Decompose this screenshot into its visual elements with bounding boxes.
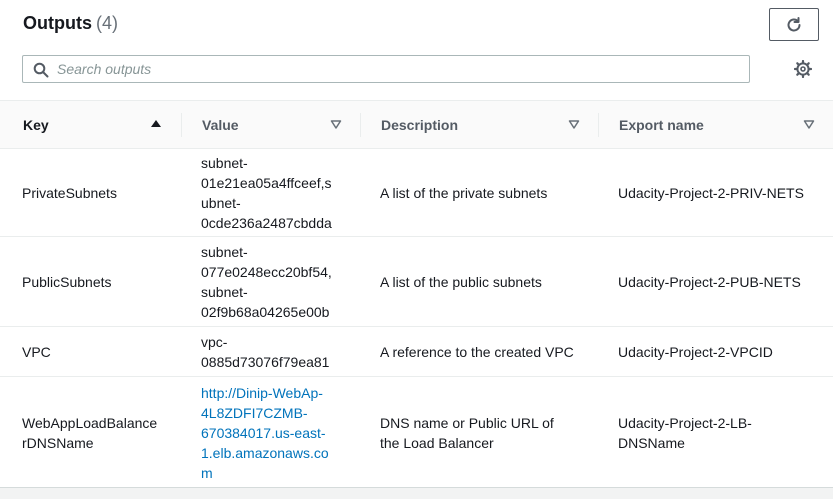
value-line: 02f9b68a04265e00b	[201, 303, 330, 320]
column-label: Description	[381, 117, 459, 133]
sort-icon	[568, 120, 580, 129]
value-line: 01e21ea05a4ffceef,s	[201, 174, 332, 191]
table-row: PrivateSubnets subnet- 01e21ea05a4ffceef…	[0, 149, 833, 237]
sort-icon	[803, 120, 815, 129]
description-line: the Load Balancer	[380, 434, 494, 451]
cell-export-name: Udacity-Project-2-VPCID	[618, 343, 773, 360]
cell-export-name: Udacity-Project-2-PRIV-NETS	[618, 184, 804, 201]
cell-value: vpc- 0885d73076f79ea81	[201, 327, 341, 376]
sort-icon	[330, 120, 342, 129]
link-line[interactable]: m	[201, 463, 329, 483]
refresh-icon	[787, 16, 801, 31]
cell-key: PublicSubnets	[22, 273, 112, 290]
cell-key: WebAppLoadBalance rDNSName	[22, 377, 172, 488]
value-line: 0885d73076f79ea81	[201, 353, 330, 370]
column-header-key[interactable]: Key	[0, 101, 181, 149]
column-header-description[interactable]: Description	[360, 101, 598, 149]
cell-key: PrivateSubnets	[22, 184, 117, 201]
cell-export-name: Udacity-Project-2-LB- DNSName	[618, 377, 823, 488]
cell-description: A reference to the created VPC	[380, 343, 574, 360]
cell-value: http://Dinip-WebAp- 4L8ZDFI7CZMB- 670384…	[201, 377, 341, 488]
title-text: Outputs	[23, 13, 92, 33]
table-row: VPC vpc- 0885d73076f79ea81 A reference t…	[0, 327, 833, 377]
value-line: 077e0248ecc20bf54,	[201, 263, 332, 280]
link-line[interactable]: 4L8ZDFI7CZMB-	[201, 403, 329, 423]
column-label: Export name	[619, 117, 704, 133]
cell-export-name: Udacity-Project-2-PUB-NETS	[618, 273, 801, 290]
cell-description: A list of the private subnets	[380, 184, 548, 201]
search-field[interactable]	[22, 55, 750, 83]
key-line: WebAppLoadBalance	[22, 414, 158, 431]
cell-value: subnet- 077e0248ecc20bf54, subnet- 02f9b…	[201, 237, 341, 326]
key-line: rDNSName	[22, 434, 94, 451]
description-line: DNS name or Public URL of	[380, 414, 554, 431]
column-label: Key	[23, 117, 49, 133]
search-input[interactable]	[57, 56, 737, 82]
panel-header: Outputs (4)	[0, 0, 833, 100]
link-line[interactable]: 670384017.us-east-	[201, 423, 329, 443]
table-row: PublicSubnets subnet- 077e0248ecc20bf54,…	[0, 237, 833, 327]
table-header: Key Value Description Export name	[0, 100, 833, 149]
export-line: Udacity-Project-2-LB-	[618, 414, 752, 431]
column-label: Value	[202, 117, 239, 133]
outputs-count: (4)	[96, 13, 118, 33]
cell-key: VPC	[22, 343, 51, 360]
value-line: vpc-	[201, 333, 228, 350]
value-line: subnet-	[201, 154, 248, 171]
export-line: DNSName	[618, 434, 685, 451]
panel-title: Outputs (4)	[23, 13, 118, 34]
cell-value: subnet- 01e21ea05a4ffceef,s ubnet- 0cde2…	[201, 149, 341, 236]
column-header-value[interactable]: Value	[181, 101, 360, 149]
link-line[interactable]: http://Dinip-WebAp-	[201, 383, 329, 403]
cell-description: DNS name or Public URL of the Load Balan…	[380, 377, 580, 488]
gear-icon[interactable]	[794, 60, 812, 78]
value-line: subnet-	[201, 283, 248, 300]
table-row: WebAppLoadBalance rDNSName http://Dinip-…	[0, 377, 833, 488]
refresh-button[interactable]	[769, 8, 819, 41]
outputs-panel: Outputs (4) Search outputs Key Value Des…	[0, 0, 833, 488]
search-icon	[33, 62, 49, 78]
column-header-export-name[interactable]: Export name	[598, 101, 833, 149]
value-line: ubnet-	[201, 194, 241, 211]
value-line: 0cde236a2487cbdda	[201, 214, 332, 231]
cell-description: A list of the public subnets	[380, 273, 542, 290]
link-line[interactable]: 1.elb.amazonaws.co	[201, 443, 329, 463]
sort-ascending-icon	[151, 120, 161, 127]
value-line: subnet-	[201, 243, 248, 260]
load-balancer-url-link[interactable]: http://Dinip-WebAp- 4L8ZDFI7CZMB- 670384…	[201, 383, 329, 483]
